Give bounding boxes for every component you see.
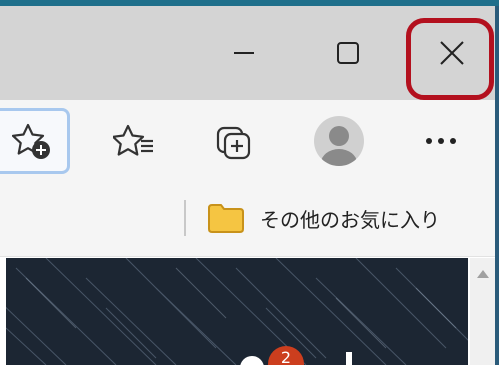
- notification-count: 2: [280, 348, 292, 365]
- favorites-list-icon: [113, 124, 153, 156]
- other-favorites-folder[interactable]: その他のお気に入り: [206, 196, 440, 240]
- add-to-favorites-button[interactable]: [0, 108, 70, 174]
- small-content-icon: [346, 352, 352, 365]
- minimize-button[interactable]: [208, 6, 280, 100]
- web-content-area: [6, 258, 468, 365]
- maximize-icon: [337, 42, 359, 64]
- star-trail-background: [6, 258, 468, 365]
- more-options-button[interactable]: [410, 108, 472, 174]
- collections-button[interactable]: [204, 108, 266, 174]
- close-icon: [440, 41, 464, 65]
- maximize-button[interactable]: [312, 6, 384, 100]
- star-add-icon: [11, 123, 50, 159]
- close-button[interactable]: [416, 6, 488, 100]
- folder-icon: [208, 204, 244, 233]
- favorites-bar-divider: [184, 200, 186, 236]
- minimize-icon: [234, 52, 254, 54]
- scroll-up-arrow-icon[interactable]: [476, 268, 490, 280]
- favorites-button[interactable]: [104, 108, 166, 174]
- profile-avatar-icon: [314, 116, 364, 166]
- other-favorites-label: その他のお気に入り: [260, 207, 440, 232]
- more-options-icon: [426, 138, 456, 144]
- collections-icon: [216, 126, 251, 160]
- window-right-border: [495, 6, 499, 365]
- profile-button[interactable]: [308, 108, 370, 174]
- browser-window: その他のお気に入り 2: [0, 0, 499, 365]
